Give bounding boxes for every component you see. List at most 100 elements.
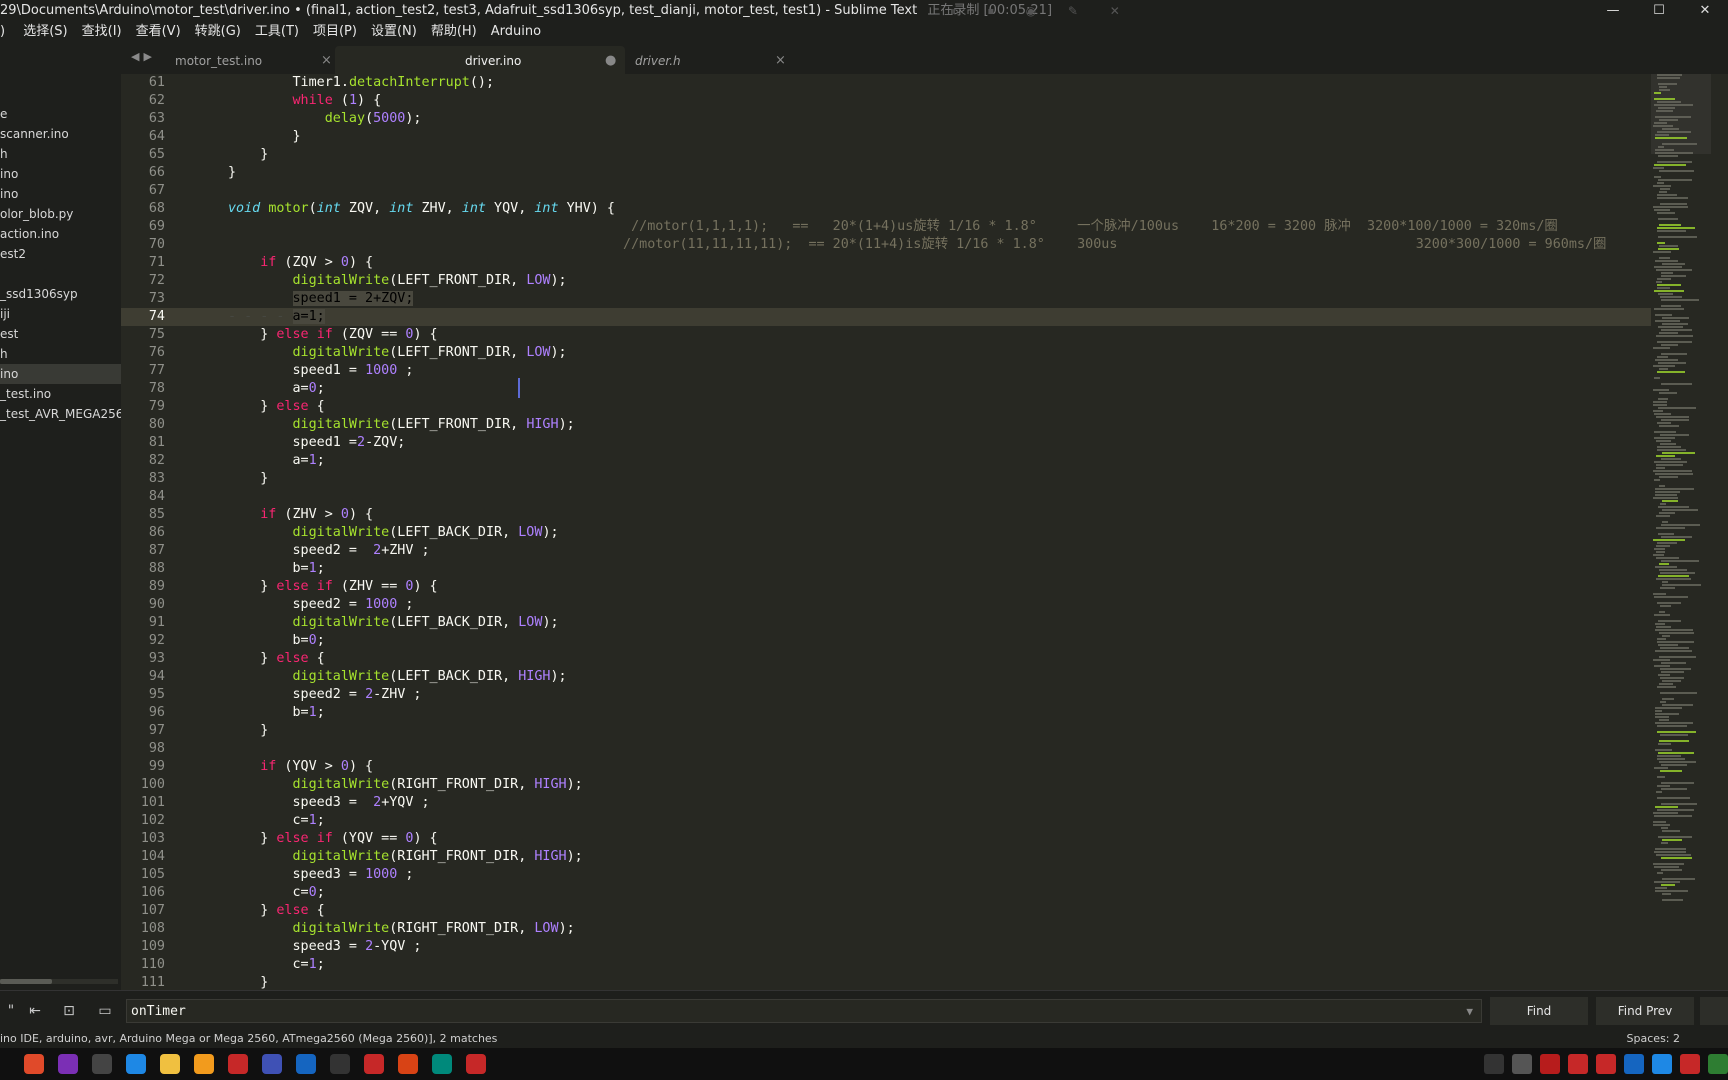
shield-tray-icon[interactable] <box>1624 1054 1644 1074</box>
menu-goto[interactable]: 转跳(G) <box>195 22 241 42</box>
minimize-button[interactable]: — <box>1590 0 1636 22</box>
volume-icon[interactable] <box>1512 1054 1532 1074</box>
code-line[interactable]: 75 } else if (ZQV == 0) { <box>121 326 1651 344</box>
code-line[interactable]: 82 a=1; <box>121 452 1651 470</box>
code-line[interactable]: 61 Timer1.detachInterrupt(); <box>121 74 1651 92</box>
code-line[interactable]: 87 speed2 = 2+ZHV ; <box>121 542 1651 560</box>
regex-toggle-icon[interactable]: " <box>0 1002 22 1020</box>
close-button[interactable]: ✕ <box>1682 0 1728 22</box>
code-line[interactable]: 66} <box>121 164 1651 182</box>
sidebar-file-item[interactable]: e <box>0 104 121 124</box>
menu-selection[interactable]: 选择(S) <box>23 22 67 42</box>
menu-tools[interactable]: 工具(T) <box>255 22 299 42</box>
code-line[interactable]: 62 while (1) { <box>121 92 1651 110</box>
vscode-like-icon[interactable] <box>432 1054 452 1074</box>
code-line[interactable]: 73 speed1 = 2+ZQV; <box>121 290 1651 308</box>
wrap-toggle-icon[interactable]: ⊡ <box>58 1002 80 1020</box>
tab-driver-ino[interactable]: driver.ino ● <box>335 46 625 74</box>
menu-help[interactable]: 帮助(H) <box>431 22 477 42</box>
red-app-1-icon[interactable] <box>364 1054 384 1074</box>
record-dot-icon[interactable] <box>1540 1054 1560 1074</box>
calculator-icon[interactable] <box>92 1054 112 1074</box>
tab-driver-h[interactable]: driver.h × <box>625 46 801 74</box>
chat-app-icon[interactable] <box>330 1054 350 1074</box>
sidebar-file-item[interactable]: est2 <box>0 244 121 264</box>
code-line[interactable]: 97 } <box>121 722 1651 740</box>
recorder-controls[interactable]: ⏸ ⏹ ◉ ✎ ✕ <box>950 0 1134 22</box>
code-line[interactable]: 108 digitalWrite(RIGHT_FRONT_DIR, LOW); <box>121 920 1651 938</box>
sidebar-file-item[interactable]: _test.ino <box>0 384 121 404</box>
sidebar-file-item[interactable]: _test_AVR_MEGA2560_a <box>0 404 121 424</box>
sidebar-file-item[interactable]: olor_blob.py <box>0 204 121 224</box>
file-explorer-icon[interactable] <box>160 1054 180 1074</box>
tab-motor-test[interactable]: motor_test.ino × <box>159 46 335 74</box>
app-grid-icon[interactable] <box>262 1054 282 1074</box>
sidebar-file-item[interactable] <box>0 264 121 284</box>
code-line[interactable]: 84 <box>121 488 1651 506</box>
code-line[interactable]: 94 digitalWrite(LEFT_BACK_DIR, HIGH); <box>121 668 1651 686</box>
red-app-tray-icon[interactable] <box>1596 1054 1616 1074</box>
sidebar-file-item[interactable]: ino <box>0 364 121 384</box>
code-line[interactable]: 71 if (ZQV > 0) { <box>121 254 1651 272</box>
code-line[interactable]: 88 b=1; <box>121 560 1651 578</box>
code-line[interactable]: 105 speed3 = 1000 ; <box>121 866 1651 884</box>
sidebar-file-item[interactable]: iji <box>0 304 121 324</box>
code-editor[interactable]: 111 } 110 c=1; 109 speed3 = 2-YQV ; 108 dig… <box>121 74 1651 990</box>
code-line[interactable]: 109 speed3 = 2-YQV ; <box>121 938 1651 956</box>
window-controls[interactable]: — ☐ ✕ <box>1590 0 1728 22</box>
vertical-scrollbar[interactable] <box>1711 74 1728 990</box>
code-line[interactable]: 100 digitalWrite(RIGHT_FRONT_DIR, HIGH); <box>121 776 1651 794</box>
code-line[interactable]: 67 <box>121 182 1651 200</box>
code-line[interactable]: 90 speed2 = 1000 ; <box>121 596 1651 614</box>
code-line[interactable]: 99 if (YQV > 0) { <box>121 758 1651 776</box>
code-line[interactable]: 70 //motor(11,11,11,11); == 20*(11+4)is旋… <box>121 236 1651 254</box>
code-line[interactable]: 103 } else if (YQV == 0) { <box>121 830 1651 848</box>
code-line[interactable]: 86 digitalWrite(LEFT_BACK_DIR, LOW); <box>121 524 1651 542</box>
code-line[interactable]: 91 digitalWrite(LEFT_BACK_DIR, LOW); <box>121 614 1651 632</box>
code-line[interactable]: 76 digitalWrite(LEFT_FRONT_DIR, LOW); <box>121 344 1651 362</box>
code-line[interactable]: 85 if (ZHV > 0) { <box>121 506 1651 524</box>
close-icon[interactable]: × <box>775 46 786 76</box>
code-line[interactable]: 107 } else { <box>121 902 1651 920</box>
code-line[interactable]: 101 speed3 = 2+YQV ; <box>121 794 1651 812</box>
code-line[interactable]: 80 digitalWrite(LEFT_FRONT_DIR, HIGH); <box>121 416 1651 434</box>
find-prev-button[interactable]: Find Prev <box>1596 997 1694 1025</box>
scrollbar-thumb[interactable] <box>0 979 52 984</box>
code-line[interactable]: 81 speed1 =2-ZQV; <box>121 434 1651 452</box>
code-line[interactable]: 98 <box>121 740 1651 758</box>
code-line[interactable]: 64 } <box>121 128 1651 146</box>
maximize-button[interactable]: ☐ <box>1636 0 1682 22</box>
code-line[interactable]: 111 } <box>121 974 1651 990</box>
code-line[interactable]: 63 delay(5000); <box>121 110 1651 128</box>
netease-music-icon[interactable] <box>466 1054 486 1074</box>
code-line[interactable]: 69 //motor(1,1,1,1); == 20*(1+4)us旋转 1/1… <box>121 218 1651 236</box>
in-selection-toggle-icon[interactable]: ⇤ <box>24 1002 46 1020</box>
wechat-icon[interactable] <box>1708 1054 1728 1074</box>
minimap[interactable] <box>1651 74 1711 990</box>
sidebar-scrollbar[interactable] <box>0 979 118 984</box>
recorder-icon[interactable] <box>228 1054 248 1074</box>
code-line[interactable]: 110 c=1; <box>121 956 1651 974</box>
history-dropdown-icon[interactable]: ▼ <box>1466 1000 1473 1024</box>
code-line[interactable]: 104 digitalWrite(RIGHT_FRONT_DIR, HIGH); <box>121 848 1651 866</box>
sidebar-file-item[interactable]: ino <box>0 164 121 184</box>
shield-app-icon[interactable] <box>296 1054 316 1074</box>
close-icon[interactable]: × <box>321 46 332 76</box>
code-line[interactable]: 93 } else { <box>121 650 1651 668</box>
code-line[interactable]: 89 } else if (ZHV == 0) { <box>121 578 1651 596</box>
sidebar-file-item[interactable]: scanner.ino <box>0 124 121 144</box>
code-line[interactable]: 96 b=1; <box>121 704 1651 722</box>
chevron-up-icon[interactable] <box>1484 1054 1504 1074</box>
music-tray-icon[interactable] <box>1680 1054 1700 1074</box>
code-line[interactable]: 102 c=1; <box>121 812 1651 830</box>
edge-icon[interactable] <box>126 1054 146 1074</box>
windows-start-icon[interactable] <box>24 1054 44 1074</box>
code-line[interactable]: 74 - - - - a=1; <box>121 308 1651 326</box>
menu-find[interactable]: 查找(I) <box>82 22 122 42</box>
menu-arduino[interactable]: Arduino <box>491 22 541 42</box>
sublime-text-icon[interactable] <box>194 1054 214 1074</box>
blue-circle-icon[interactable] <box>1652 1054 1672 1074</box>
find-all-button[interactable] <box>1700 997 1728 1025</box>
sidebar-file-item[interactable]: _ssd1306syp <box>0 284 121 304</box>
sidebar-file-item[interactable]: h <box>0 144 121 164</box>
